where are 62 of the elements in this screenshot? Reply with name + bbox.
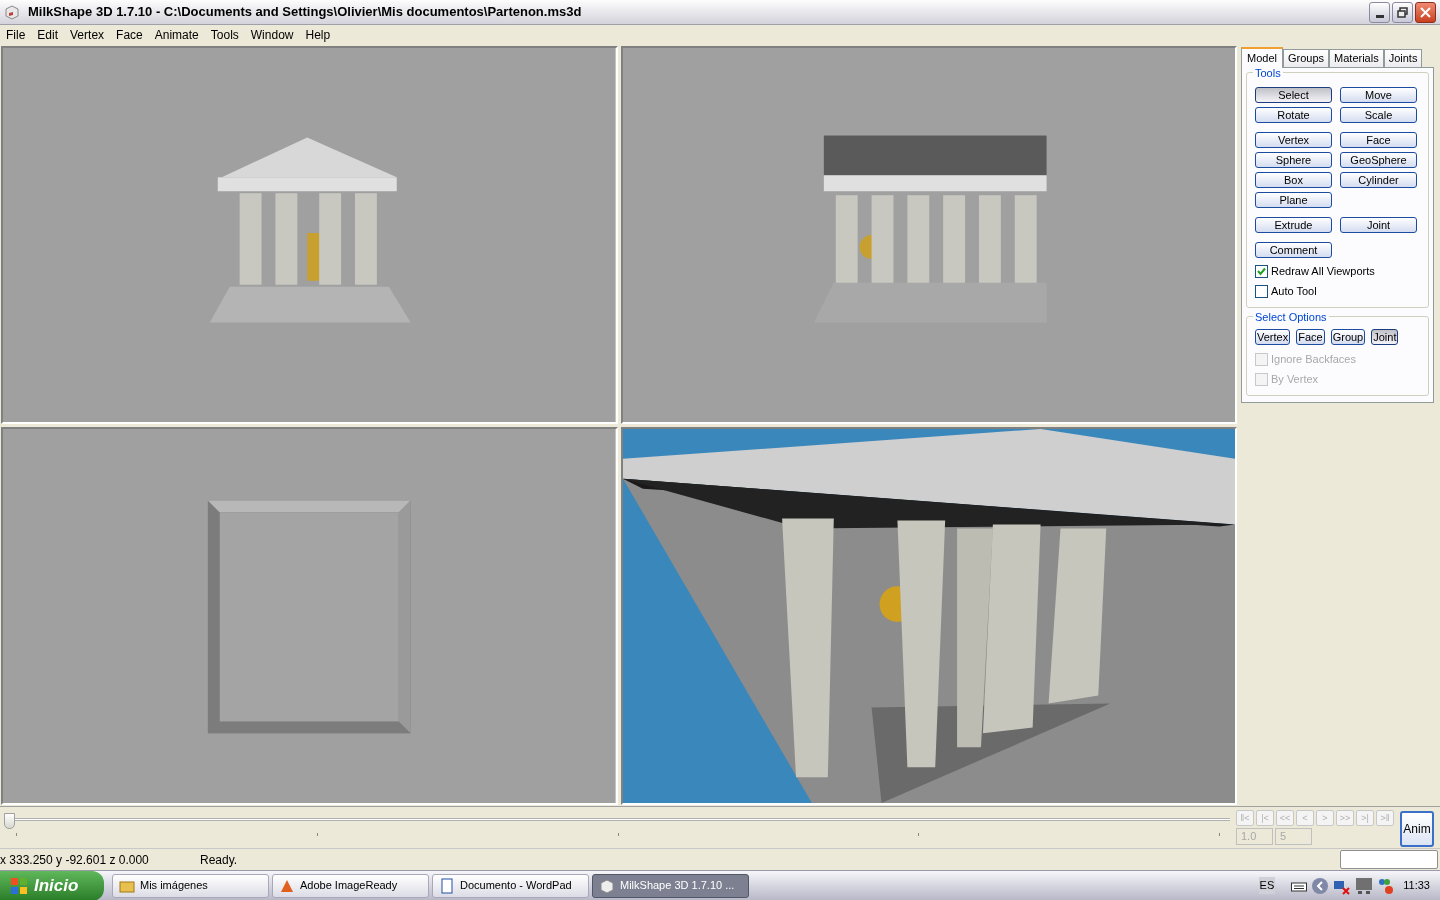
tool-button[interactable]: Select [1255, 87, 1332, 103]
tool-button[interactable]: Rotate [1255, 107, 1332, 123]
window-title: MilkShape 3D 1.7.10 - C:\Documents and Settings\Olivier\Mis documentos\Partenon.ms3d [28, 3, 583, 22]
tool-button[interactable]: Move [1340, 87, 1417, 103]
app-icon [439, 877, 455, 894]
menu-item[interactable]: Face [110, 26, 149, 44]
slider-thumb[interactable] [4, 813, 15, 829]
checkbox[interactable] [1255, 284, 1268, 298]
menu-item[interactable]: Vertex [64, 26, 111, 44]
menu-item[interactable]: Window [244, 26, 300, 44]
tool-button[interactable]: Extrude [1255, 217, 1332, 233]
tool-button[interactable]: Face [1340, 132, 1417, 148]
tool-button[interactable]: Face [1296, 329, 1325, 345]
language-indicator[interactable]: ES [1258, 877, 1276, 894]
maximize-button[interactable] [1392, 1, 1413, 23]
minimize-button[interactable] [1369, 1, 1390, 23]
menu-item[interactable]: Help [299, 26, 337, 44]
tool-button[interactable]: Sphere [1255, 152, 1332, 168]
checkbox-label: Ignore Backfaces [1271, 351, 1356, 367]
app-icon [599, 877, 615, 894]
tool-button[interactable]: Box [1255, 172, 1332, 188]
tool-button[interactable]: Scale [1340, 107, 1417, 123]
checkbox[interactable] [1255, 264, 1268, 278]
menu-item[interactable]: File [0, 26, 32, 44]
taskbar-button[interactable]: MilkShape 3D 1.7.10 ... [592, 873, 749, 898]
taskbar-button[interactable]: Mis imágenes [112, 873, 269, 898]
tool-button[interactable]: GeoSphere [1340, 152, 1417, 168]
tool-button[interactable]: Vertex [1255, 329, 1291, 345]
taskbar-button[interactable]: Documento - WordPad [432, 873, 589, 898]
menu-item[interactable]: Animate [148, 26, 205, 44]
checkbox-label: Auto Tool [1271, 283, 1317, 299]
close-icon [1420, 6, 1431, 18]
tab[interactable]: Joints [1383, 49, 1423, 67]
monitor-icon[interactable] [1355, 876, 1374, 895]
anim-button[interactable]: Anim [1400, 811, 1434, 847]
tab[interactable]: Materials [1329, 49, 1384, 67]
menu-item[interactable]: Tools [204, 26, 245, 44]
status-message: Ready. [200, 851, 239, 869]
checkbox-label: Redraw All Viewports [1271, 263, 1375, 279]
tool-button[interactable]: Group [1330, 329, 1366, 345]
start-button[interactable]: Inicio [0, 870, 104, 900]
tool-button[interactable]: Joint [1340, 217, 1417, 233]
windows-flag-icon [10, 876, 28, 895]
minimize-icon [1375, 14, 1384, 18]
app-icon [4, 4, 20, 20]
checkbox-label: By Vertex [1271, 371, 1319, 387]
tool-button[interactable]: Plane [1255, 192, 1332, 208]
clock[interactable]: 11:33 [1403, 877, 1430, 894]
menu-item[interactable]: Edit [31, 26, 65, 44]
close-button[interactable] [1415, 1, 1436, 23]
tool-button[interactable]: Vertex [1255, 132, 1332, 148]
tab[interactable]: Groups [1282, 49, 1330, 67]
restore-icon [1397, 6, 1408, 18]
tool-button[interactable]: Cylinder [1340, 172, 1417, 188]
tool-button[interactable]: Comment [1255, 242, 1332, 258]
taskbar-button[interactable]: Adobe ImageReady [272, 873, 429, 898]
keyboard-icon[interactable] [1291, 879, 1308, 892]
tab[interactable]: Model [1241, 47, 1283, 68]
timeline-slider[interactable] [4, 813, 1230, 827]
tool-button[interactable]: Joint [1371, 329, 1399, 345]
coordinates-text: x 333.250 y -92.601 z 0.000 [0, 851, 150, 869]
users-icon[interactable] [1377, 876, 1396, 895]
